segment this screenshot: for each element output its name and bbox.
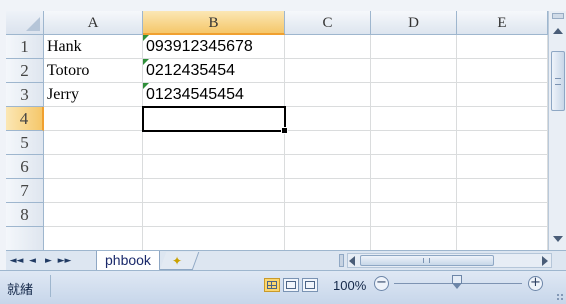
cell-c1[interactable] bbox=[285, 35, 371, 59]
row-header-3[interactable]: 3 bbox=[6, 83, 44, 107]
cell-d3[interactable] bbox=[371, 83, 457, 107]
active-cell-b4[interactable] bbox=[142, 106, 288, 134]
cell-e7[interactable] bbox=[457, 179, 548, 203]
zoom-out-button[interactable]: − bbox=[374, 276, 389, 291]
column-header-c[interactable]: C bbox=[285, 11, 371, 35]
row-header-6[interactable]: 6 bbox=[6, 155, 44, 179]
excel-window: A B C D E 1 2 3 4 5 6 7 8 Hank 093912345… bbox=[0, 0, 566, 304]
worksheet-grid[interactable]: A B C D E 1 2 3 4 5 6 7 8 Hank 093912345… bbox=[6, 11, 548, 250]
cell-a3[interactable]: Jerry bbox=[44, 83, 143, 107]
cell-b3[interactable]: 01234545454 bbox=[143, 83, 285, 107]
cell-c2[interactable] bbox=[285, 59, 371, 83]
cell-e8[interactable] bbox=[457, 203, 548, 227]
cell-d9[interactable] bbox=[371, 227, 457, 250]
page-layout-view-button[interactable] bbox=[283, 278, 299, 292]
zoom-in-button[interactable]: + bbox=[528, 276, 543, 291]
horizontal-scroll-thumb[interactable] bbox=[360, 255, 494, 266]
page-layout-icon bbox=[286, 281, 296, 289]
scroll-down-button[interactable] bbox=[550, 232, 566, 246]
scroll-right-icon[interactable] bbox=[542, 256, 548, 266]
cell-d1[interactable] bbox=[371, 35, 457, 59]
zoom-level[interactable]: 100% bbox=[333, 278, 366, 293]
cell-c5[interactable] bbox=[285, 131, 371, 155]
cell-a2[interactable]: Totoro bbox=[44, 59, 143, 83]
vertical-scroll-thumb[interactable] bbox=[551, 51, 565, 111]
cell-d6[interactable] bbox=[371, 155, 457, 179]
cell-c4[interactable] bbox=[285, 107, 371, 131]
cell-e2[interactable] bbox=[457, 59, 548, 83]
vertical-split-box[interactable] bbox=[552, 13, 564, 19]
cell-c7[interactable] bbox=[285, 179, 371, 203]
cell-b7[interactable] bbox=[143, 179, 285, 203]
first-sheet-button[interactable]: ◄◄ bbox=[10, 254, 24, 267]
cell-e3[interactable] bbox=[457, 83, 548, 107]
page-break-icon bbox=[305, 281, 315, 289]
scroll-left-icon[interactable] bbox=[349, 256, 355, 266]
cell-a8[interactable] bbox=[44, 203, 143, 227]
row-header-7[interactable]: 7 bbox=[6, 179, 44, 203]
normal-view-button[interactable] bbox=[264, 278, 280, 292]
arrow-down-icon bbox=[553, 236, 563, 242]
cell-b5[interactable] bbox=[143, 131, 285, 155]
scroll-up-button[interactable] bbox=[550, 23, 566, 39]
cell-e9[interactable] bbox=[457, 227, 548, 250]
sheet-tab-phbook[interactable]: phbook bbox=[96, 251, 160, 271]
cell-d2[interactable] bbox=[371, 59, 457, 83]
cell-c6[interactable] bbox=[285, 155, 371, 179]
resize-grip-icon[interactable] bbox=[556, 293, 564, 301]
cell-a9[interactable] bbox=[44, 227, 143, 250]
status-bar: 就緒 100% − + bbox=[0, 270, 566, 304]
cell-e6[interactable] bbox=[457, 155, 548, 179]
cell-b2[interactable]: 0212435454 bbox=[143, 59, 285, 83]
row-header-2[interactable]: 2 bbox=[6, 59, 44, 83]
cell-d8[interactable] bbox=[371, 203, 457, 227]
column-header-d[interactable]: D bbox=[371, 11, 457, 35]
prev-sheet-button[interactable]: ◄ bbox=[26, 254, 39, 267]
fill-handle[interactable] bbox=[281, 127, 288, 134]
cell-e1[interactable] bbox=[457, 35, 548, 59]
cell-d7[interactable] bbox=[371, 179, 457, 203]
sheet-tab-bar: ◄◄ ◄ ► ►► phbook ✦ bbox=[6, 250, 566, 271]
next-sheet-button[interactable]: ► bbox=[42, 254, 55, 267]
cell-c9[interactable] bbox=[285, 227, 371, 250]
select-all-corner[interactable] bbox=[6, 11, 44, 35]
normal-view-icon bbox=[267, 281, 277, 289]
column-header-a[interactable]: A bbox=[44, 11, 143, 35]
cell-b1[interactable]: 093912345678 bbox=[143, 35, 285, 59]
cell-d4[interactable] bbox=[371, 107, 457, 131]
cell-a6[interactable] bbox=[44, 155, 143, 179]
row-header-1[interactable]: 1 bbox=[6, 35, 44, 59]
arrow-up-icon bbox=[553, 28, 563, 34]
last-sheet-button[interactable]: ►► bbox=[58, 254, 72, 267]
cell-b8[interactable] bbox=[143, 203, 285, 227]
cell-c3[interactable] bbox=[285, 83, 371, 107]
status-ready-text: 就緒 bbox=[7, 283, 34, 298]
row-header-4[interactable]: 4 bbox=[6, 107, 44, 131]
column-header-e[interactable]: E bbox=[457, 11, 548, 35]
column-header-b[interactable]: B bbox=[143, 11, 285, 35]
horizontal-split-box[interactable] bbox=[339, 254, 344, 267]
cell-b6[interactable] bbox=[143, 155, 285, 179]
vertical-scrollbar[interactable] bbox=[548, 11, 566, 250]
insert-sheet-icon: ✦ bbox=[172, 254, 183, 268]
page-break-preview-button[interactable] bbox=[302, 278, 318, 292]
cell-a1[interactable]: Hank bbox=[44, 35, 143, 59]
cell-a4[interactable] bbox=[44, 107, 143, 131]
cell-a7[interactable] bbox=[44, 179, 143, 203]
cell-a5[interactable] bbox=[44, 131, 143, 155]
cell-c8[interactable] bbox=[285, 203, 371, 227]
horizontal-scrollbar[interactable] bbox=[347, 253, 552, 268]
status-separator bbox=[50, 275, 51, 297]
cell-e5[interactable] bbox=[457, 131, 548, 155]
zoom-slider-thumb[interactable] bbox=[452, 275, 462, 290]
row-header-8[interactable]: 8 bbox=[6, 203, 44, 227]
row-header-9[interactable] bbox=[6, 227, 44, 250]
cell-d5[interactable] bbox=[371, 131, 457, 155]
cell-b9[interactable] bbox=[143, 227, 285, 250]
row-header-5[interactable]: 5 bbox=[6, 131, 44, 155]
cell-e4[interactable] bbox=[457, 107, 548, 131]
